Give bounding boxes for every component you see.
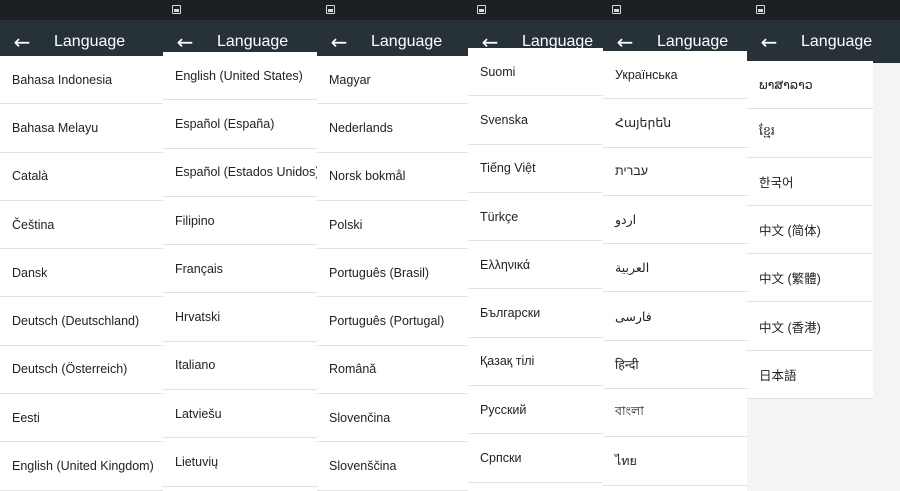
- list-item[interactable]: Suomi: [468, 48, 603, 97]
- language-list: Magyar Nederlands Norsk bokmål Polski Po…: [317, 56, 468, 491]
- list-item[interactable]: Bahasa Melayu: [0, 104, 163, 153]
- picture-notification-icon: [477, 5, 486, 14]
- list-item[interactable]: ພາສາລາວ: [747, 61, 873, 110]
- list-item[interactable]: Català: [0, 152, 163, 201]
- screen-4: ← Language Suomi Svenska Tiếng Việt Türk…: [468, 0, 603, 491]
- list-item[interactable]: Русский: [468, 386, 603, 435]
- screen-6: ← Language ພາສາລາວ ខ្មែរ 한국어 中文 (简体) 中文 …: [747, 0, 900, 491]
- list-item[interactable]: हिन्दी: [603, 340, 747, 390]
- list-item[interactable]: 中文 (简体): [747, 205, 873, 255]
- list-item[interactable]: Deutsch (Österreich): [0, 345, 163, 395]
- screen-5: ← Language Українська Հայերեն עברית اردو…: [603, 0, 747, 491]
- list-item[interactable]: 日本語: [747, 350, 873, 400]
- app-bar: ← Language: [747, 20, 900, 63]
- list-item[interactable]: Latviešu: [163, 390, 317, 439]
- back-arrow-icon[interactable]: ←: [753, 24, 785, 60]
- back-arrow-icon[interactable]: ←: [6, 24, 38, 60]
- list-item[interactable]: Filipino: [163, 196, 317, 246]
- list-item[interactable]: Magyar: [317, 56, 468, 105]
- list-item[interactable]: Español (España): [163, 100, 317, 149]
- list-item[interactable]: Türkçe: [468, 192, 603, 242]
- language-list: Bahasa Indonesia Bahasa Melayu Català Če…: [0, 56, 163, 491]
- list-item[interactable]: Հայերեն: [603, 99, 747, 148]
- page-title: Language: [801, 33, 873, 50]
- list-item[interactable]: ไทย: [603, 437, 747, 486]
- picture-notification-icon: [172, 5, 181, 14]
- picture-notification-icon: [612, 5, 621, 14]
- list-item[interactable]: Қазақ тілі: [468, 337, 603, 387]
- language-list: English (United States) Español (España)…: [163, 52, 317, 487]
- list-item[interactable]: Українська: [603, 51, 747, 100]
- list-item[interactable]: 한국어: [747, 157, 873, 206]
- status-bar: [0, 0, 163, 20]
- list-item[interactable]: ខ្មែរ: [747, 109, 873, 158]
- list-item[interactable]: Français: [163, 245, 317, 294]
- list-item[interactable]: English (United Kingdom): [0, 442, 163, 491]
- list-item[interactable]: Eesti: [0, 394, 163, 443]
- status-bar: [468, 0, 603, 20]
- list-item[interactable]: 中文 (香港): [747, 302, 873, 351]
- list-item[interactable]: Dansk: [0, 249, 163, 298]
- list-item[interactable]: 中文 (繁體): [747, 254, 873, 303]
- back-arrow-icon[interactable]: ←: [323, 24, 355, 60]
- list-item[interactable]: Română: [317, 345, 468, 395]
- list-item[interactable]: اردو: [603, 195, 747, 245]
- list-item[interactable]: Hrvatski: [163, 293, 317, 342]
- list-item[interactable]: English (United States): [163, 52, 317, 101]
- language-list: Suomi Svenska Tiếng Việt Türkçe Ελληνικά…: [468, 48, 603, 483]
- list-item[interactable]: Български: [468, 289, 603, 338]
- list-item[interactable]: Polski: [317, 200, 468, 250]
- status-bar: [163, 0, 317, 20]
- list-item[interactable]: Lietuvių: [163, 438, 317, 487]
- status-bar: [747, 0, 900, 20]
- list-item[interactable]: עברית: [603, 147, 747, 196]
- list-item[interactable]: Português (Portugal): [317, 297, 468, 346]
- screen-1: ← Language Bahasa Indonesia Bahasa Melay…: [0, 0, 163, 491]
- language-list: ພາສາລາວ ខ្មែរ 한국어 中文 (简体) 中文 (繁體) 中文 (香港…: [747, 61, 873, 400]
- list-item[interactable]: Italiano: [163, 341, 317, 391]
- list-item[interactable]: Tiếng Việt: [468, 144, 603, 193]
- list-item[interactable]: Nederlands: [317, 104, 468, 153]
- list-item[interactable]: Српски: [468, 434, 603, 483]
- list-item[interactable]: Deutsch (Deutschland): [0, 297, 163, 346]
- list-item[interactable]: Norsk bokmål: [317, 152, 468, 201]
- list-item[interactable]: Español (Estados Unidos): [163, 148, 317, 197]
- list-item[interactable]: Bahasa Indonesia: [0, 56, 163, 105]
- list-item[interactable]: فارسی: [603, 292, 747, 341]
- list-item[interactable]: Português (Brasil): [317, 249, 468, 298]
- picture-notification-icon: [756, 5, 765, 14]
- list-item[interactable]: Ελληνικά: [468, 241, 603, 290]
- status-bar: [603, 0, 747, 20]
- language-list: Українська Հայերեն עברית اردو العربية فا…: [603, 51, 747, 486]
- list-item[interactable]: Slovenščina: [317, 442, 468, 491]
- list-item[interactable]: Svenska: [468, 96, 603, 145]
- list-item[interactable]: বাংলা: [603, 389, 747, 438]
- list-item[interactable]: العربية: [603, 244, 747, 293]
- list-item[interactable]: Slovenčina: [317, 394, 468, 443]
- screen-2: ← Language English (United States) Españ…: [163, 0, 317, 491]
- status-bar: [317, 0, 468, 20]
- screen-3: ← Language Magyar Nederlands Norsk bokmå…: [317, 0, 468, 491]
- picture-notification-icon: [326, 5, 335, 14]
- list-item[interactable]: Čeština: [0, 200, 163, 250]
